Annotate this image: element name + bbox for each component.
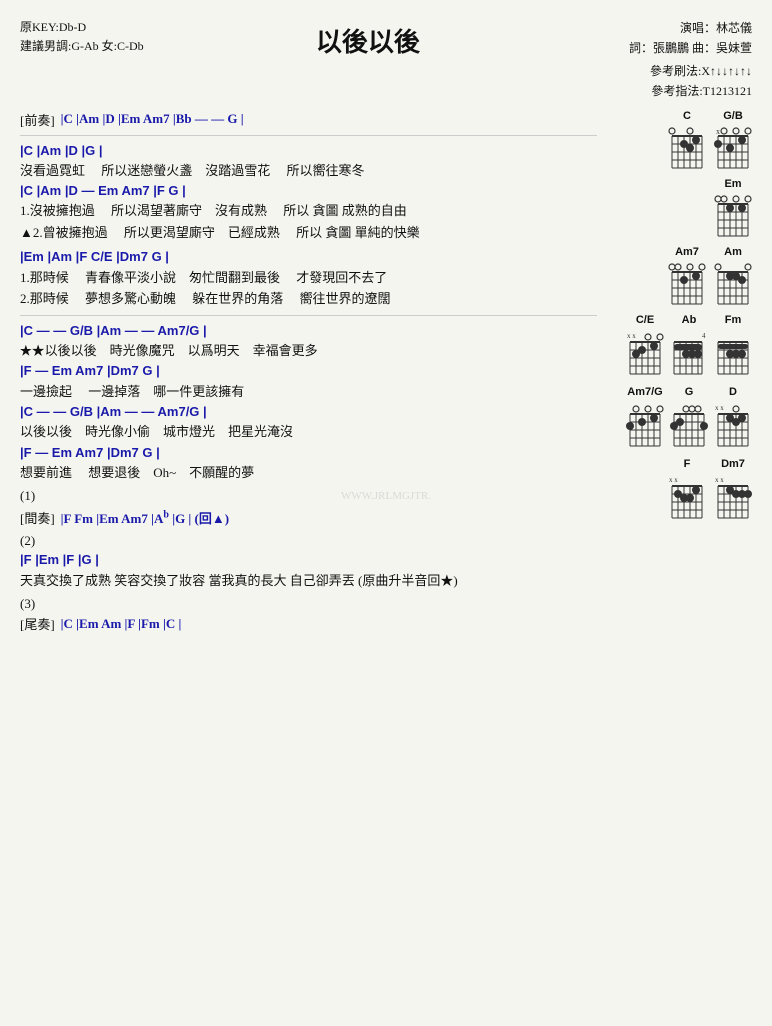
- chord-Am: Am: [714, 246, 752, 308]
- section2-chord1: |F |Em |F |G |: [20, 551, 597, 569]
- song-title: 以後以後: [144, 18, 592, 59]
- verse2-section: |Em |Am |F C/E |Dm7 G | 1.那時候 青春像平淡小說 匆忙…: [20, 248, 597, 308]
- verse2-lyric1a: 1.那時候 青春像平淡小說 匆忙間翻到最後 才發現回不去了: [20, 268, 597, 288]
- outro-chords: |C |Em Am |F |Fm |C |: [61, 616, 182, 632]
- svg-text:x x: x x: [627, 332, 636, 340]
- intro-section: [前奏] |C |Am |D |Em Am7 |Bb — — G |: [20, 110, 597, 129]
- chord-Dm7: Dm7 x x: [714, 458, 752, 524]
- suggested-key: 建議男調:G-Ab 女:C-Db: [20, 37, 144, 56]
- chorus-section: |C — — G/B |Am — — Am7/G | ★★以後以後 時光像魔咒 …: [20, 322, 597, 483]
- chorus-lyric3: 以後以後 時光像小偷 城市燈光 把星光淹沒: [20, 422, 597, 442]
- verse2-chord1: |Em |Am |F C/E |Dm7 G |: [20, 248, 597, 266]
- verse1-section: |C |Am |D |G | 沒看過霓虹 所以迷戀螢火盞 沒踏過雪花 所以嚮往寒…: [20, 142, 597, 243]
- singer: 演唱：林芯儀: [592, 18, 752, 38]
- verse1-chord1: |C |Am |D |G |: [20, 142, 597, 160]
- svg-text:x x: x x: [715, 404, 724, 412]
- chord-C: C: [668, 110, 706, 172]
- section2-content: |F |Em |F |G | 天真交換了成熟 笑容交換了妝容 當我真的長大 自己…: [20, 551, 597, 590]
- star-symbol: ★: [20, 343, 32, 358]
- chord-D: D x x: [714, 386, 752, 452]
- interlude-label: [間奏]: [20, 508, 55, 527]
- outro-label: [尾奏]: [20, 614, 55, 633]
- chorus-chord3: |C — — G/B |Am — — Am7/G |: [20, 403, 597, 421]
- chorus-lyric4: 想要前進 想要退後 Oh~ 不願醒的夢: [20, 463, 597, 483]
- original-key: 原KEY:Db-D: [20, 18, 144, 37]
- verse1-lyric2a: 1.沒被擁抱過 所以渴望著廝守 沒有成熟 所以 貪圖 成熟的自由: [20, 201, 597, 221]
- interlude-section: [間奏] |F Fm |Em Am7 |Ab |G | (回▲): [20, 508, 597, 527]
- svg-text:x x: x x: [669, 476, 678, 484]
- lyricist: 詞：張鵬鵬 曲：吳妹萱: [592, 38, 752, 58]
- interlude-chords: |F Fm |Em Am7 |Ab |G | (回▲): [61, 508, 229, 527]
- chord-Em: Em: [714, 178, 752, 240]
- svg-text:x x: x x: [715, 476, 724, 484]
- chord-diagrams: C: [607, 110, 752, 640]
- outro-marker: (3): [20, 596, 597, 612]
- key-info: 原KEY:Db-D 建議男調:G-Ab 女:C-Db: [20, 18, 144, 56]
- chord-F: F x x: [668, 458, 706, 524]
- verse1-lyric2b: ▲2.曾被擁抱過 所以更渴望廝守 已經成熟 所以 貪圖 單純的快樂: [20, 223, 597, 243]
- chord-Fm: Fm: [714, 314, 752, 380]
- chorus-chord2: |F — Em Am7 |Dm7 G |: [20, 362, 597, 380]
- intro-chords: |C |Am |D |Em Am7 |Bb — — G |: [61, 111, 244, 127]
- outro-section: [尾奏] |C |Em Am |F |Fm |C |: [20, 614, 597, 633]
- svg-text:x: x: [716, 127, 720, 136]
- chord-CE: C/E x x: [626, 314, 664, 380]
- strum-pattern: 參考刷法:X↑↓↓↑↓↑↓ 參考指法:T1213121: [592, 61, 752, 102]
- verse2-lyric1b: 2.那時候 夢想多驚心動魄 躲在世界的角落 嚮往世界的遼闊: [20, 289, 597, 309]
- section2-marker: (2): [20, 533, 597, 549]
- verse1-chord2: |C |Am |D — Em Am7 |F G |: [20, 182, 597, 200]
- chord-GB: G/B x: [714, 110, 752, 172]
- section2-lyric1: 天真交換了成熟 笑容交換了妝容 當我真的長大 自己卻弄丟 (原曲升半音回★): [20, 571, 597, 591]
- chord-G: G: [670, 386, 708, 452]
- section1-marker: (1): [20, 488, 597, 504]
- artist-info: 演唱：林芯儀 詞：張鵬鵬 曲：吳妹萱 參考刷法:X↑↓↓↑↓↑↓ 參考指法:T1…: [592, 18, 752, 102]
- chord-Am7: Am7: [668, 246, 706, 308]
- chord-Ab: Ab 4: [670, 314, 708, 380]
- svg-text:4: 4: [702, 332, 706, 340]
- chorus-lyric2: 一邊撿起 一邊掉落 哪一件更該擁有: [20, 382, 597, 402]
- chorus-chord1: |C — — G/B |Am — — Am7/G |: [20, 322, 597, 340]
- score-area: [前奏] |C |Am |D |Em Am7 |Bb — — G | |C |A…: [20, 110, 607, 640]
- chorus-chord4: |F — Em Am7 |Dm7 G |: [20, 444, 597, 462]
- chorus-lyric-star: ★★以後以後 時光像魔咒 以爲明天 幸福會更多: [20, 341, 597, 361]
- intro-label: [前奏]: [20, 110, 55, 129]
- verse1-lyric1: 沒看過霓虹 所以迷戀螢火盞 沒踏過雪花 所以嚮往寒冬: [20, 161, 597, 181]
- chord-Am7G: Am7/G: [626, 386, 664, 452]
- watermark: WWW.JRLMGJTR.: [341, 490, 431, 502]
